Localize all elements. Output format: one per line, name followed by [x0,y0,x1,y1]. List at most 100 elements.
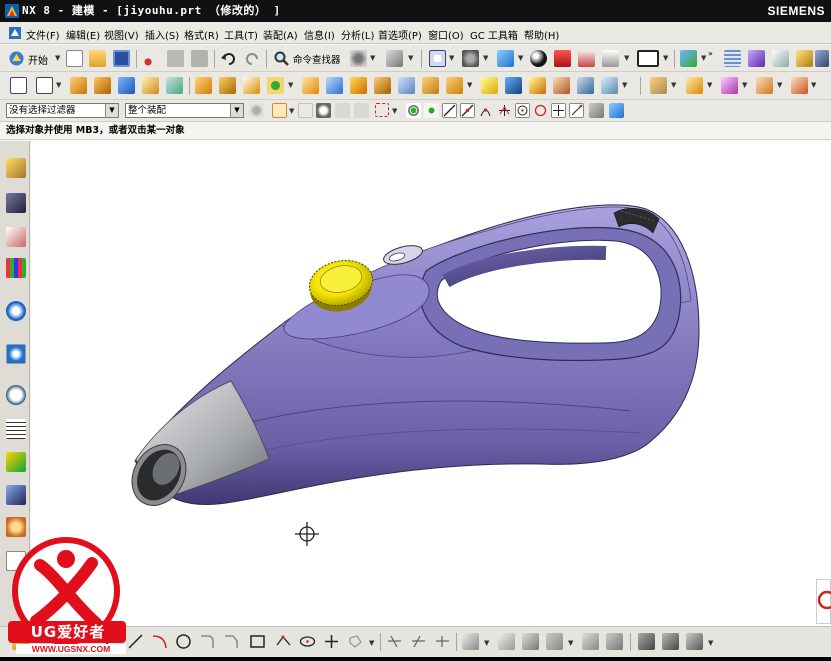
sketch-icon[interactable] [10,77,27,94]
roles-user-icon[interactable] [6,517,26,537]
tool-toolbar-icon[interactable] [796,50,813,67]
edge-blend-icon[interactable] [195,77,212,94]
selection-mode-icon[interactable] [350,50,367,67]
snap-dropdown-icon[interactable]: ▼ [408,54,413,62]
hole-icon[interactable] [166,77,183,94]
sketch-more-dropdown-icon[interactable]: ▼ [708,639,713,647]
mirror-curve-icon[interactable] [522,633,539,650]
rectangle-select-icon[interactable] [375,103,389,117]
associative-icon[interactable] [606,633,623,650]
menu-edit[interactable]: 编辑(E) [66,27,100,42]
replace-face-dropdown-icon[interactable]: ▼ [777,81,782,89]
start-button[interactable]: 开始 ▼ [8,49,62,68]
background-icon[interactable] [637,50,659,67]
process-studio-icon[interactable] [6,385,26,405]
model-canvas[interactable] [31,141,831,626]
command-finder-button[interactable]: 命令查找器 [273,49,347,68]
assembly-navigator-icon[interactable] [6,158,26,178]
product-model[interactable] [121,204,700,515]
circle-icon[interactable] [175,633,192,650]
orient-dropdown-icon[interactable]: ▼ [518,54,523,62]
sweep-dropdown-icon[interactable]: ▼ [467,81,472,89]
make-corner-icon[interactable] [434,633,451,650]
chevron-down-icon[interactable]: ▼ [230,104,243,117]
render-dropdown-icon[interactable]: ▼ [624,54,629,62]
menu-information[interactable]: 信息(I) [304,27,335,42]
boolean-icon[interactable] [142,77,159,94]
extrude-icon[interactable] [70,77,87,94]
block-icon[interactable] [118,77,135,94]
menu-window[interactable]: 窗口(O) [428,27,464,42]
paste-icon[interactable] [191,50,208,67]
menu-app-icon[interactable] [8,26,22,40]
rotate-dropdown-icon[interactable]: ▼ [483,54,488,62]
menu-preferences[interactable]: 首选项(P) [378,27,422,42]
undo-icon[interactable] [220,50,237,67]
history-icon[interactable] [6,344,26,364]
snap-point-icon[interactable] [406,103,421,118]
pull-face-icon[interactable] [686,77,703,94]
move-face-dropdown-icon[interactable]: ▼ [671,81,676,89]
control-point-icon[interactable] [460,103,475,118]
resize-blend-dropdown-icon[interactable]: ▼ [811,81,816,89]
constraints-dropdown-icon[interactable]: ▼ [484,639,489,647]
surface-icon[interactable] [481,77,498,94]
sew-icon[interactable] [601,77,618,94]
open-file-icon[interactable] [89,50,106,67]
menu-file[interactable]: 文件(F) [26,27,60,42]
system-materials-icon[interactable] [6,485,26,505]
fillet-icon[interactable] [199,633,216,650]
select-tangent-icon[interactable] [335,103,350,118]
thicken-icon[interactable] [374,77,391,94]
menu-format[interactable]: 格式(R) [184,27,219,42]
project-curve-icon[interactable] [582,633,599,650]
resize-blend-icon[interactable] [791,77,808,94]
edge-display-icon[interactable] [554,50,571,67]
orient-view-icon[interactable] [497,50,514,67]
graphics-window[interactable] [31,141,831,626]
midpoint-icon[interactable] [442,103,457,118]
synchronous-move-face-icon[interactable] [650,77,667,94]
offset-dropdown-icon[interactable]: ▼ [369,639,374,647]
point-icon[interactable] [323,633,340,650]
view-dropdown-icon[interactable]: ▼ [449,54,454,62]
delete-face-icon[interactable] [721,77,738,94]
feature-selection-icon[interactable] [272,103,287,118]
snap-icon[interactable] [386,50,403,67]
offset-curve-icon[interactable] [347,633,364,650]
revolve-icon[interactable] [94,77,111,94]
point-on-curve-icon[interactable] [551,103,566,118]
animate-dimension-icon[interactable] [638,633,655,650]
redo-icon[interactable] [244,50,261,67]
constraints-icon[interactable] [462,633,479,650]
selection-scope-select[interactable]: 整个装配 ▼ [125,103,244,118]
rectangle-icon[interactable] [249,633,266,650]
roles-icon[interactable] [6,452,26,472]
draft-icon[interactable] [243,77,260,94]
feature-dropdown-icon[interactable]: ▼ [289,107,294,115]
upstream-icon[interactable] [298,103,313,118]
web-browser-icon[interactable] [6,301,26,321]
endpoint-icon[interactable] [424,103,439,118]
deselect-icon[interactable] [354,103,369,118]
quick-extend-icon[interactable] [410,633,427,650]
point-on-surface-icon[interactable] [569,103,584,118]
bounded-plane-icon[interactable] [577,77,594,94]
section-view-icon[interactable] [609,103,624,118]
part-navigator-icon[interactable] [6,227,26,247]
quick-trim-icon[interactable] [386,633,403,650]
menu-gc-toolkit[interactable]: GC 工具箱 [470,27,518,42]
sweep-icon[interactable] [446,77,463,94]
split-body-icon[interactable] [326,77,343,94]
part-navigator-toolbar-icon[interactable] [724,50,741,67]
menu-insert[interactable]: 插入(S) [145,27,179,42]
rectangle-select-dropdown-icon[interactable]: ▼ [392,107,397,115]
menu-assemblies[interactable]: 装配(A) [263,27,298,42]
quadrant-point-icon[interactable] [515,103,530,118]
shaded-icon[interactable] [578,50,595,67]
pull-face-dropdown-icon[interactable]: ▼ [707,81,712,89]
menu-help[interactable]: 帮助(H) [524,27,559,42]
shell-dropdown-icon[interactable]: ▼ [288,81,293,89]
background-dropdown-icon[interactable]: ▼ [663,54,668,62]
replace-face-icon[interactable] [756,77,773,94]
